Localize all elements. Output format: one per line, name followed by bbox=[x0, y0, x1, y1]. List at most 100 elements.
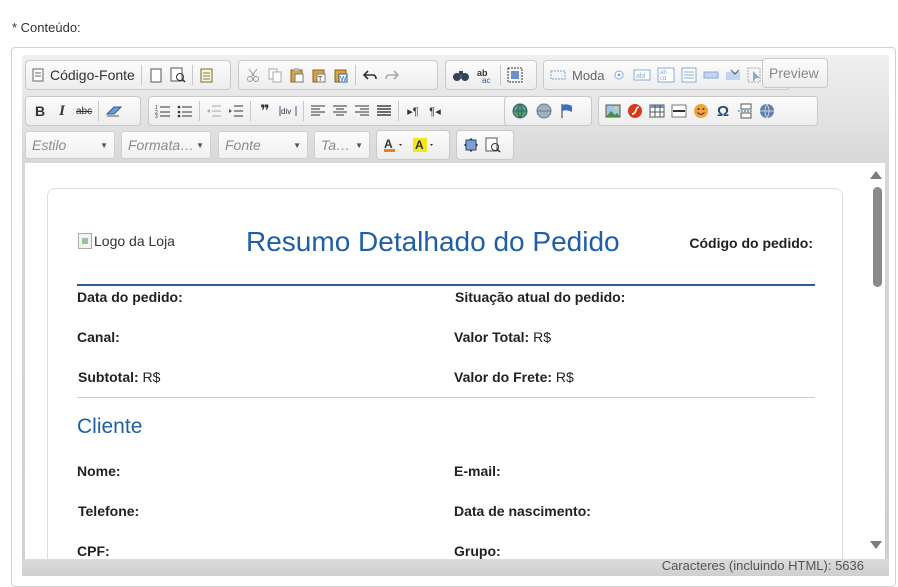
toolbar-separator bbox=[398, 101, 399, 121]
content-field-label: * Conteúdo: bbox=[12, 20, 81, 35]
new-page-button[interactable] bbox=[145, 63, 167, 87]
outdent-button[interactable] bbox=[203, 99, 225, 123]
toolbar-separator bbox=[250, 101, 251, 121]
source-doc-icon bbox=[32, 68, 44, 82]
smiley-button[interactable] bbox=[690, 99, 712, 123]
text-color-button[interactable]: A bbox=[380, 133, 410, 157]
page-break-button[interactable] bbox=[734, 99, 756, 123]
form-button[interactable] bbox=[547, 63, 569, 87]
client-name-label: Nome: bbox=[77, 463, 121, 479]
italic-icon: I bbox=[59, 102, 65, 119]
indent-button[interactable] bbox=[225, 99, 247, 123]
svg-text:cd: cd bbox=[660, 76, 666, 82]
toolbar-group-basic-styles: B I abc bbox=[25, 96, 141, 126]
italic-button[interactable]: I bbox=[51, 99, 73, 123]
moda-button[interactable]: Moda bbox=[569, 63, 608, 87]
strike-button[interactable]: abc bbox=[73, 99, 95, 123]
rtl-icon: ¶◂ bbox=[429, 105, 441, 118]
scroll-thumb[interactable] bbox=[873, 187, 882, 287]
preview-label: Preview bbox=[769, 65, 819, 81]
toolbar-separator bbox=[191, 65, 193, 85]
preview-doc-button[interactable] bbox=[167, 63, 189, 87]
binoculars-icon bbox=[453, 71, 469, 81]
radio-icon bbox=[614, 70, 624, 80]
undo-button[interactable] bbox=[359, 63, 381, 87]
special-char-button[interactable]: Ω bbox=[712, 99, 734, 123]
preview-button[interactable]: Preview bbox=[766, 61, 822, 85]
bold-button[interactable]: B bbox=[29, 99, 51, 123]
align-left-icon bbox=[311, 105, 325, 116]
channel-field: Canal: bbox=[77, 329, 120, 345]
paste-word-button[interactable]: W bbox=[330, 63, 352, 87]
font-select-value: Fonte bbox=[225, 137, 261, 153]
client-birthdate-field: Data de nascimento: bbox=[454, 503, 591, 519]
style-select-value: Estilo bbox=[32, 137, 67, 153]
client-section-title: Cliente bbox=[77, 415, 143, 438]
link-button[interactable] bbox=[508, 99, 532, 123]
rtl-button[interactable]: ¶◂ bbox=[424, 99, 446, 123]
bulleted-list-button[interactable] bbox=[174, 99, 196, 123]
paste-icon bbox=[290, 68, 304, 83]
editor-content-area[interactable]: Logo da Loja Resumo Detalhado do Pedido … bbox=[25, 163, 885, 559]
client-birthdate-label: Data de nascimento: bbox=[454, 503, 591, 519]
templates-button[interactable] bbox=[196, 63, 218, 87]
text-field-tool[interactable]: abl bbox=[630, 63, 654, 87]
client-cpf-label: CPF: bbox=[77, 543, 110, 559]
flash-button[interactable] bbox=[624, 99, 646, 123]
font-select[interactable]: Fonte ▼ bbox=[218, 131, 308, 159]
horizontal-rule-button[interactable] bbox=[668, 99, 690, 123]
align-right-icon bbox=[355, 105, 369, 116]
justify-button[interactable] bbox=[373, 99, 395, 123]
copy-button[interactable] bbox=[264, 63, 286, 87]
background-color-icon: A bbox=[413, 138, 433, 152]
toolbar-separator bbox=[140, 65, 142, 85]
textarea-tool[interactable]: ab cd bbox=[654, 63, 678, 87]
form-icon bbox=[550, 70, 566, 80]
table-button[interactable] bbox=[646, 99, 668, 123]
svg-text:T: T bbox=[318, 76, 323, 83]
replace-icon: abac bbox=[477, 68, 490, 83]
replace-button[interactable]: ab ac bbox=[473, 63, 497, 87]
svg-text:A: A bbox=[415, 138, 424, 152]
image-button-tool[interactable] bbox=[722, 63, 744, 87]
select-all-button[interactable] bbox=[504, 63, 526, 87]
create-div-button[interactable]: div bbox=[276, 99, 300, 123]
document-title: Resumo Detalhado do Pedido bbox=[246, 226, 620, 257]
scroll-up-arrow-icon[interactable] bbox=[870, 171, 882, 179]
align-center-button[interactable] bbox=[329, 99, 351, 123]
anchor-button[interactable] bbox=[556, 99, 578, 123]
button-tool[interactable] bbox=[700, 63, 722, 87]
find-button[interactable] bbox=[449, 63, 473, 87]
size-select[interactable]: Ta… ▼ bbox=[314, 131, 370, 159]
radio-button-tool[interactable] bbox=[608, 63, 630, 87]
editor-status-bar: Caracteres (incluindo HTML): 5636 bbox=[22, 559, 889, 576]
show-blocks-button[interactable] bbox=[482, 133, 504, 157]
content-scrollbar[interactable] bbox=[867, 163, 885, 559]
remove-format-button[interactable] bbox=[102, 99, 126, 123]
smiley-icon bbox=[694, 104, 708, 118]
select-tool[interactable] bbox=[678, 63, 700, 87]
unlink-button[interactable] bbox=[532, 99, 556, 123]
background-color-button[interactable]: A bbox=[410, 133, 440, 157]
iframe-button[interactable] bbox=[756, 99, 778, 123]
store-logo-image: Logo da Loja bbox=[78, 233, 175, 249]
paste-text-button[interactable]: T bbox=[308, 63, 330, 87]
align-right-button[interactable] bbox=[351, 99, 373, 123]
total-value-currency: R$ bbox=[533, 329, 551, 345]
scroll-down-arrow-icon[interactable] bbox=[870, 541, 882, 549]
source-button-label: Código-Fonte bbox=[50, 67, 135, 83]
image-button[interactable] bbox=[602, 99, 624, 123]
blockquote-button[interactable]: ❞ bbox=[254, 99, 276, 123]
total-value-field: Valor Total: R$ bbox=[454, 329, 551, 345]
source-button[interactable]: Código-Fonte bbox=[29, 63, 138, 87]
align-left-button[interactable] bbox=[307, 99, 329, 123]
format-select[interactable]: Formata… ▼ bbox=[121, 131, 211, 159]
numbered-list-button[interactable]: 123 bbox=[152, 99, 174, 123]
ltr-button[interactable]: ▸¶ bbox=[402, 99, 424, 123]
cut-button[interactable] bbox=[242, 63, 264, 87]
paste-button[interactable] bbox=[286, 63, 308, 87]
client-group-label: Grupo: bbox=[454, 543, 501, 559]
redo-button[interactable] bbox=[381, 63, 403, 87]
maximize-button[interactable] bbox=[460, 133, 482, 157]
style-select[interactable]: Estilo ▼ bbox=[25, 131, 115, 159]
